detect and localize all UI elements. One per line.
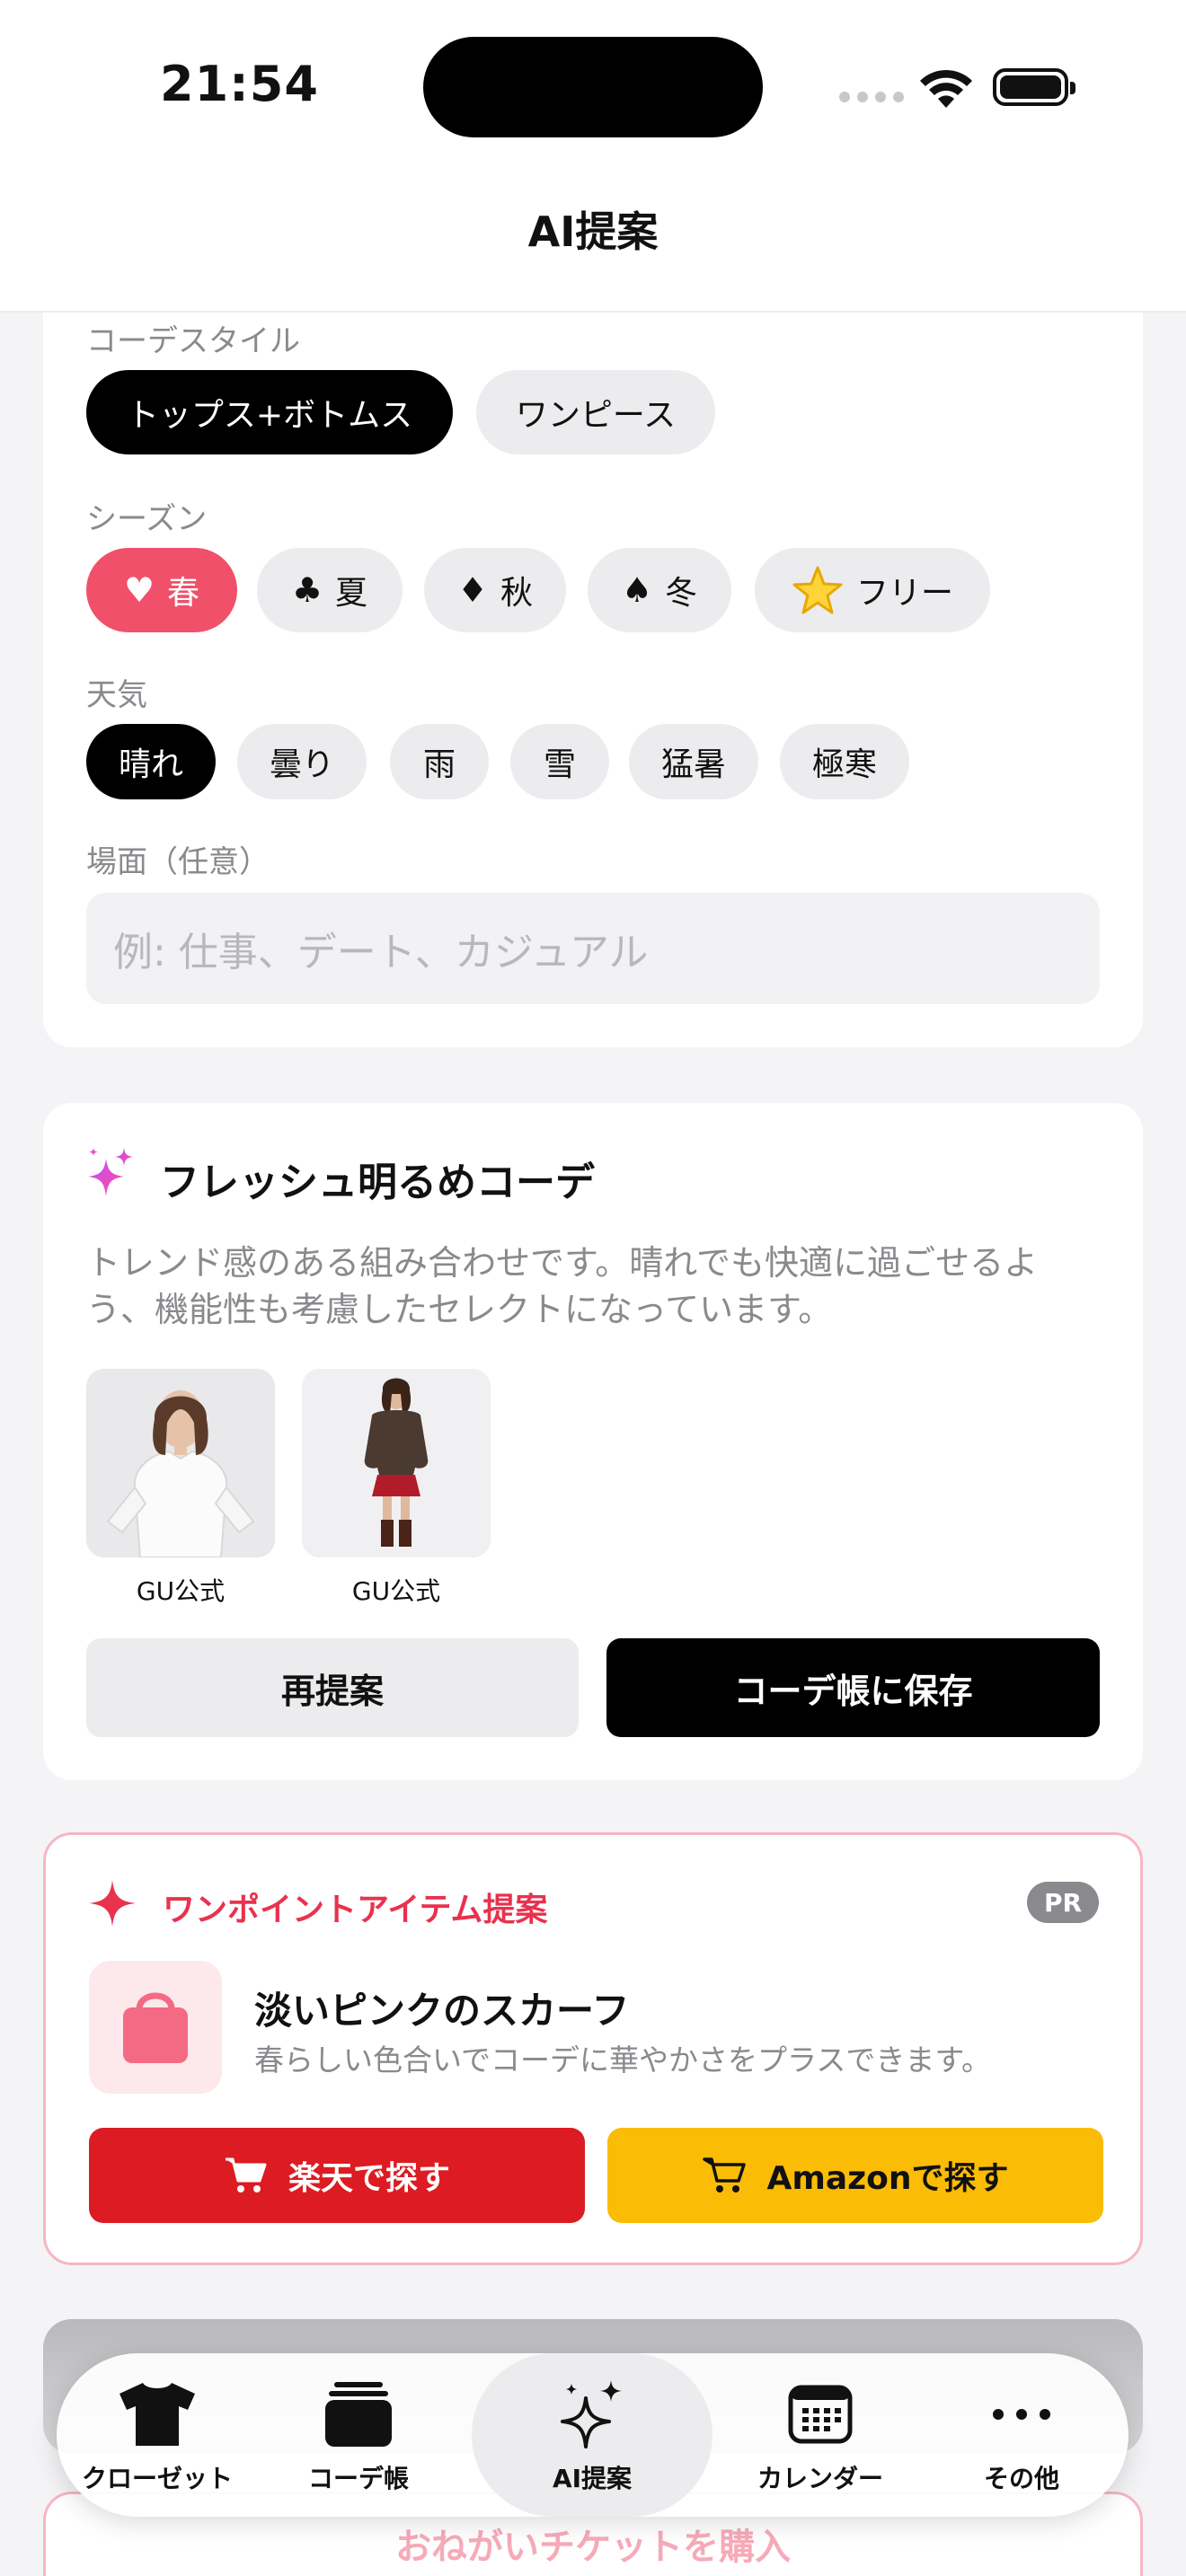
style-chip-onepiece[interactable]: ワンピース — [476, 370, 715, 454]
cellular-signal-icon — [839, 92, 904, 102]
ticket-purchase-label: おねがいチケットを購入 — [395, 2527, 791, 2568]
amazon-search-label: Amazonで探す — [766, 2160, 1009, 2197]
tab-lookbook[interactable]: コーデ帳 — [258, 2353, 459, 2517]
rakuten-search-label: 楽天で探す — [288, 2160, 450, 2197]
season-chip-autumn[interactable]: ♦ 秋 — [424, 548, 566, 632]
tab-more[interactable]: その他 — [921, 2353, 1122, 2517]
weather-chip-sunny[interactable]: 晴れ — [86, 724, 216, 799]
style-label: コーデスタイル — [86, 323, 300, 359]
outfit-description: トレンド感のある組み合わせです。晴れでも快適に過ごせるよう、機能性も考慮したセレ… — [86, 1243, 1039, 1329]
stack-icon — [325, 2382, 392, 2447]
calendar-icon — [788, 2385, 853, 2444]
pr-item-description: 春らしい色合いでコーデに華やかさをプラスできます。 — [254, 2042, 992, 2078]
tshirt-icon — [119, 2383, 195, 2446]
cart-icon — [225, 2157, 267, 2192]
filter-card: コーデスタイル トップス+ボトムス ワンピース シーズン ♥ 春 ♣ 夏 ♦ 秋… — [43, 269, 1143, 1047]
diamond-icon: ♦ — [456, 570, 489, 610]
tab-label: その他 — [983, 2464, 1059, 2493]
regenerate-button[interactable]: 再提案 — [86, 1638, 579, 1737]
amazon-search-button[interactable]: Amazonで探す — [607, 2128, 1103, 2223]
sparkles-icon — [88, 1148, 133, 1196]
more-icon — [993, 2409, 1050, 2420]
season-chip-free[interactable]: フリー — [755, 548, 990, 632]
shopping-bag-icon — [123, 1992, 188, 2063]
pr-title: ワンポイントアイテム提案 — [163, 1892, 548, 1928]
item-caption: GU公式 — [351, 1576, 441, 1606]
pr-badge: PR — [1027, 1882, 1099, 1923]
season-label: シーズン — [86, 501, 208, 537]
season-chip-label: 秋 — [500, 575, 534, 612]
weather-chip-heat[interactable]: 猛暑 — [629, 724, 758, 799]
top-bar: 21:54 AI提案 — [0, 0, 1186, 313]
star-icon — [792, 566, 843, 614]
season-chip-winter[interactable]: ♠ 冬 — [588, 548, 731, 632]
rakuten-search-button[interactable]: 楽天で探す — [89, 2128, 585, 2223]
tab-label: AI提案 — [552, 2464, 633, 2493]
battery-icon — [993, 68, 1075, 106]
sparkles-icon — [561, 2380, 622, 2448]
tab-label: コーデ帳 — [307, 2464, 409, 2493]
season-chip-label: 夏 — [335, 575, 368, 612]
weather-chip-cold[interactable]: 極寒 — [780, 724, 909, 799]
sparkle-icon — [89, 1880, 136, 1927]
tab-bar: クローゼット コーデ帳 AI提案 カレンダー その他 — [57, 2353, 1128, 2517]
jacket-photo — [302, 1369, 491, 1557]
season-chip-label: フリー — [855, 575, 953, 612]
scene-label: 場面（任意） — [86, 844, 270, 880]
season-chip-label: 春 — [167, 575, 200, 612]
item-caption: GU公式 — [136, 1576, 226, 1606]
tab-label: クローゼット — [81, 2464, 233, 2493]
heart-icon: ♥ — [123, 570, 155, 610]
spade-icon: ♠ — [621, 570, 653, 610]
season-chip-label: 冬 — [665, 575, 698, 612]
pr-item-name: 淡いピンクのスカーフ — [254, 1989, 630, 2033]
weather-chip-snow[interactable]: 雪 — [510, 724, 609, 799]
style-chip-tops-bottoms[interactable]: トップス+ボトムス — [86, 370, 453, 454]
weather-chip-rain[interactable]: 雨 — [390, 724, 489, 799]
cart-icon — [702, 2157, 746, 2192]
bag-icon-box — [89, 1961, 222, 2094]
season-chip-spring[interactable]: ♥ 春 — [86, 548, 237, 632]
item-thumbnail-shirt[interactable] — [86, 1369, 275, 1557]
pr-item-card: ワンポイントアイテム提案 PR 淡いピンクのスカーフ 春らしい色合いでコーデに華… — [43, 1832, 1143, 2265]
tab-calendar[interactable]: カレンダー — [720, 2353, 921, 2517]
wifi-icon — [920, 69, 972, 108]
tab-ai-suggest[interactable]: AI提案 — [472, 2353, 712, 2517]
weather-label: 天気 — [86, 677, 147, 713]
shirt-photo — [86, 1369, 275, 1557]
outfit-card: フレッシュ明るめコーデ トレンド感のある組み合わせです。晴れでも快適に過ごせるよ… — [43, 1103, 1143, 1780]
scene-input[interactable]: 例: 仕事、デート、カジュアル — [86, 893, 1100, 1004]
item-thumbnail-jacket[interactable] — [302, 1369, 491, 1557]
save-to-lookbook-button[interactable]: コーデ帳に保存 — [606, 1638, 1100, 1737]
tab-label: カレンダー — [757, 2464, 883, 2493]
status-time: 21:54 — [160, 56, 319, 112]
weather-chip-cloudy[interactable]: 曇り — [237, 724, 367, 799]
season-chip-summer[interactable]: ♣ 夏 — [257, 548, 403, 632]
outfit-title: フレッシュ明るめコーデ — [160, 1160, 595, 1205]
club-icon: ♣ — [291, 570, 323, 610]
dynamic-island — [423, 37, 763, 137]
tab-closet[interactable]: クローゼット — [57, 2353, 258, 2517]
page-title: AI提案 — [527, 207, 659, 256]
